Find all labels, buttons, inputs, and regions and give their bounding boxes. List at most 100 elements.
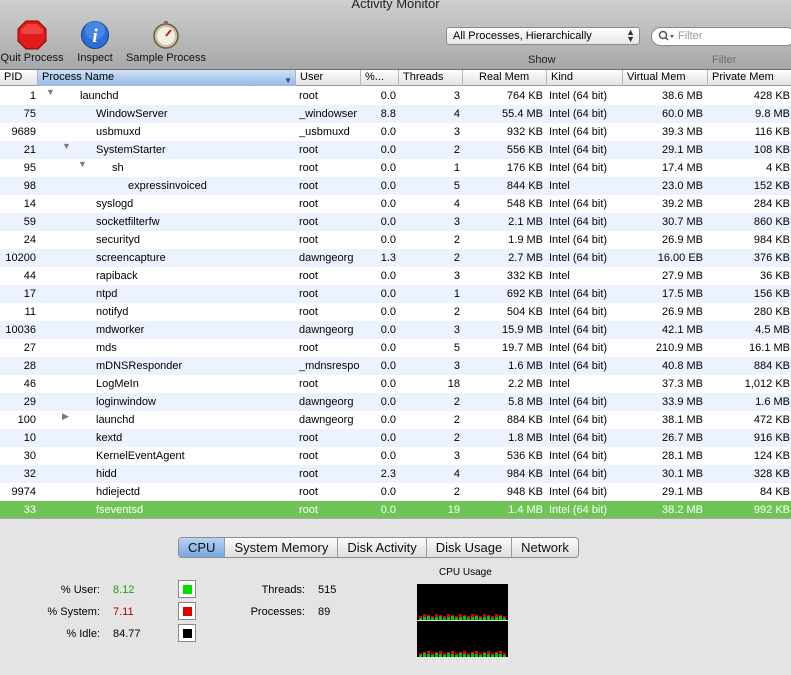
process-virtual-mem: 23.0 MB	[662, 180, 703, 192]
show-processes-select[interactable]: All Processes, Hierarchically ▲ ▼	[446, 27, 640, 45]
process-user: root	[299, 306, 318, 318]
column-header-real-mem[interactable]: Real Mem	[463, 70, 547, 86]
process-cpu: 0.0	[380, 342, 396, 354]
cpu-history-bar	[447, 653, 450, 657]
search-icon	[658, 30, 674, 41]
table-row[interactable]: 59 socketfilterfw root 0.0 3 2.1 MB Intel (64 …	[0, 213, 791, 231]
process-kind: Intel (64 bit)	[549, 324, 608, 336]
filter-input[interactable]: Filter	[651, 27, 791, 46]
column-header-threads[interactable]: Threads	[399, 70, 463, 86]
process-pid: 59	[23, 216, 36, 228]
tab-disk-activity[interactable]: Disk Activity	[338, 538, 427, 557]
process-kind: Intel (64 bit)	[549, 450, 608, 462]
idle-percent-value: 84.77	[113, 628, 141, 640]
tab-system-memory[interactable]: System Memory	[225, 538, 339, 557]
column-header-virtual-mem[interactable]: Virtual Mem	[623, 70, 708, 86]
process-real-mem: 844 KB	[506, 180, 543, 192]
cpu-history-bar	[503, 653, 506, 655]
process-name: sh	[112, 162, 124, 174]
process-private-mem: 116 KB	[754, 126, 790, 138]
cpu-history-bar	[451, 616, 454, 620]
cpu-history-bar	[463, 615, 466, 616]
table-row[interactable]: 100 launchd dawngeorg 0.0 2 884 KB Intel (64 b…	[0, 411, 791, 429]
disclosure-triangle-open-icon[interactable]: ▼	[62, 141, 71, 151]
process-threads: 2	[453, 396, 460, 408]
cpu-history-bar	[495, 652, 498, 653]
table-row[interactable]: 9689 usbmuxd _usbmuxd 0.0 3 932 KB Intel (64 b…	[0, 123, 791, 141]
column-header-kind[interactable]: Kind	[547, 70, 623, 86]
disclosure-triangle-open-icon[interactable]: ▼	[78, 159, 87, 169]
process-name: rapiback	[96, 270, 138, 282]
cpu-history-bar	[423, 653, 426, 657]
cpu-history-bar	[471, 652, 474, 653]
column-header-process-name[interactable]: Process Name ▼	[38, 70, 296, 86]
cpu-history-bar	[467, 616, 470, 618]
cpu-history-bar	[427, 651, 430, 654]
process-pid: 24	[23, 234, 36, 246]
cpu-history-bar	[451, 651, 454, 654]
process-virtual-mem: 17.4 MB	[662, 162, 703, 174]
table-row[interactable]: 17 ntpd root 0.0 1 692 KB Intel (64 bit) 17.5 M…	[0, 285, 791, 303]
process-threads: 3	[453, 216, 460, 228]
table-row[interactable]: 11 notifyd root 0.0 2 504 KB Intel (64 bit) 26.…	[0, 303, 791, 321]
cpu-history-bar	[487, 654, 490, 657]
disclosure-triangle-closed-icon[interactable]: ▶	[62, 411, 69, 422]
table-row[interactable]: 95 sh root 0.0 1 176 KB Intel (64 bit) 17.4 MB 4…	[0, 159, 791, 177]
idle-color-swatch[interactable]	[178, 624, 196, 642]
table-row[interactable]: 32 hidd root 2.3 4 984 KB Intel (64 bit) 30.1 M…	[0, 465, 791, 483]
cpu-history-bar	[435, 614, 438, 617]
table-row[interactable]: 44 rapiback root 0.0 3 332 KB Intel 27.9 MB 36 K…	[0, 267, 791, 285]
table-row[interactable]: 1 launchd root 0.0 3 764 KB Intel (64 bit) 38.6…	[0, 87, 791, 105]
process-threads: 5	[453, 180, 460, 192]
process-pid: 14	[23, 198, 36, 210]
sample-process-button[interactable]: Sample Process	[122, 20, 210, 64]
cpu-history-bar	[427, 615, 430, 616]
cpu-history-bar	[439, 616, 442, 620]
table-row[interactable]: 27 mds root 0.0 5 19.7 MB Intel (64 bit) 210.9 …	[0, 339, 791, 357]
column-header-private-mem[interactable]: Private Mem	[708, 70, 791, 86]
table-row[interactable]: 29 loginwindow dawngeorg 0.0 2 5.8 MB Intel (6…	[0, 393, 791, 411]
table-row[interactable]: 28 mDNSResponder _mdnsrespo 0.0 3 1.6 MB Intel…	[0, 357, 791, 375]
inspect-button[interactable]: i Inspect	[72, 20, 118, 64]
process-virtual-mem: 26.7 MB	[662, 432, 703, 444]
tab-disk-usage[interactable]: Disk Usage	[427, 538, 513, 557]
table-row[interactable]: 21 SystemStarter root 0.0 2 556 KB Intel (64 b…	[0, 141, 791, 159]
table-row[interactable]: 9974 hdiejectd root 0.0 2 948 KB Intel (64 bit…	[0, 483, 791, 501]
process-virtual-mem: 30.7 MB	[662, 216, 703, 228]
table-row[interactable]: 33 fseventsd root 0.0 19 1.4 MB Intel (64 bit)…	[0, 501, 791, 518]
process-threads: 4	[453, 198, 460, 210]
process-cpu: 0.0	[380, 198, 396, 210]
filter-label: Filter	[712, 54, 737, 66]
column-header-user[interactable]: User	[296, 70, 361, 86]
column-header-pid[interactable]: PID	[0, 70, 38, 86]
updown-arrows-icon: ▲ ▼	[626, 27, 635, 44]
tab-cpu[interactable]: CPU	[179, 538, 226, 557]
system-color-swatch[interactable]	[178, 602, 196, 620]
table-row[interactable]: 75 WindowServer _windowser 8.8 4 55.4 MB Intel…	[0, 105, 791, 123]
table-row[interactable]: 24 securityd root 0.0 2 1.9 MB Intel (64 bit) 2…	[0, 231, 791, 249]
cpu-history-bar	[459, 614, 462, 617]
table-row[interactable]: 10 kextd root 0.0 2 1.8 MB Intel (64 bit) 26.7 …	[0, 429, 791, 447]
process-kind: Intel (64 bit)	[549, 216, 608, 228]
process-user: _usbmuxd	[299, 126, 350, 138]
filter-placeholder: Filter	[678, 30, 703, 42]
table-row[interactable]: 14 syslogd root 0.0 4 548 KB Intel (64 bit) 39.…	[0, 195, 791, 213]
tab-network[interactable]: Network	[512, 538, 578, 557]
table-row[interactable]: 30 KernelEventAgent root 0.0 3 536 KB Intel (6…	[0, 447, 791, 465]
column-header-cpu[interactable]: %...	[361, 70, 399, 86]
process-virtual-mem: 29.1 MB	[662, 486, 703, 498]
process-pid: 10	[23, 432, 36, 444]
user-color-swatch[interactable]	[178, 580, 196, 598]
quit-process-button[interactable]: Quit Process	[0, 20, 66, 64]
table-row[interactable]: 10036 mdworker dawngeorg 0.0 3 15.9 MB Intel (…	[0, 321, 791, 339]
table-row[interactable]: 98 expressinvoiced root 0.0 5 844 KB Intel 23.0…	[0, 177, 791, 195]
table-row[interactable]: 46 LogMeIn root 0.0 18 2.2 MB Intel 37.3 MB 1,01…	[0, 375, 791, 393]
disclosure-triangle-open-icon[interactable]: ▼	[46, 87, 55, 97]
process-threads: 3	[453, 324, 460, 336]
process-pid: 95	[23, 162, 36, 174]
user-percent-value: 8.12	[113, 584, 135, 596]
cpu-history-bar	[455, 616, 458, 618]
process-user: root	[299, 504, 318, 516]
table-row[interactable]: 10200 screencapture dawngeorg 1.3 2 2.7 MB Int…	[0, 249, 791, 267]
cpu-history-bar	[419, 655, 422, 657]
